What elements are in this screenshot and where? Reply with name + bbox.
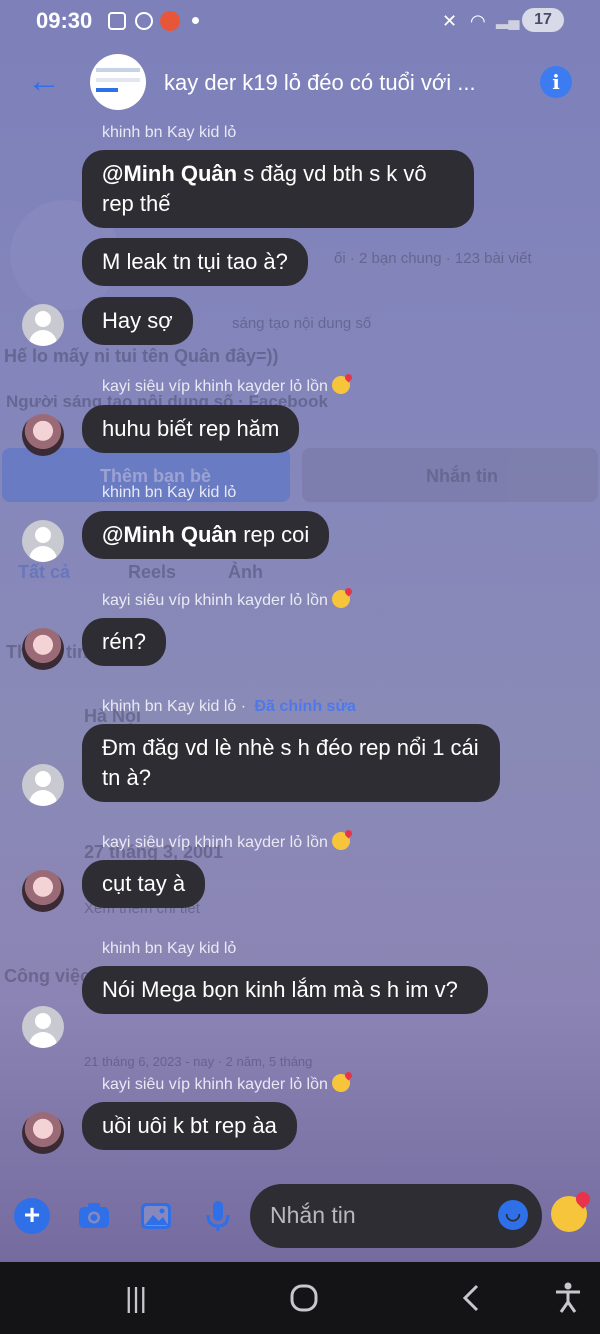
sender-name: khinh bn Kay kid lỏ: [102, 124, 237, 141]
group-avatar[interactable]: [90, 54, 146, 110]
screenshot-icon: [108, 12, 126, 30]
sender-name: kayi siêu víp khinh kayder lỏ lồn: [102, 832, 351, 852]
chat-header: ← kay der k19 lỏ đéo có tuổi với ... i: [0, 44, 600, 122]
recorder-icon: [160, 11, 180, 31]
mute-icon: ✕: [442, 11, 458, 31]
avatar[interactable]: [22, 628, 64, 670]
composer-bar: + Nhắn tin: [0, 1180, 600, 1254]
background-message-label: Nhắn tin: [426, 466, 498, 486]
sender-name: khinh bn Kay kid lỏ · Đã chỉnh sửa: [102, 698, 356, 715]
background-tab-all: Tất cả: [18, 562, 71, 582]
message-bubble[interactable]: @Minh Quân rep coi: [82, 511, 330, 559]
kiss-emoji-icon: [332, 590, 351, 608]
message-bubble[interactable]: rén?: [82, 618, 167, 666]
avatar[interactable]: [22, 414, 64, 456]
message-text: huhu biết rep hăm: [102, 416, 280, 441]
message-input-placeholder: Nhắn tin: [270, 1202, 356, 1228]
background-work: Công việc: [4, 966, 91, 986]
kiss-emoji-icon: [332, 1074, 351, 1092]
message-text: Hay sợ: [102, 308, 173, 333]
avatar[interactable]: [22, 870, 64, 912]
avatar[interactable]: [22, 520, 64, 562]
message-text: rén?: [102, 629, 147, 654]
chat-title[interactable]: kay der k19 lỏ đéo có tuổi với ...: [164, 70, 524, 96]
message-text: M leak tn tụi tao à?: [102, 249, 288, 274]
avatar[interactable]: [22, 304, 64, 346]
background-work-dates: 21 tháng 6, 2023 - nay · 2 năm, 5 tháng: [84, 1054, 313, 1069]
message-bubble[interactable]: M leak tn tụi tao à?: [82, 238, 308, 286]
signal-icon: ▂▄: [496, 12, 520, 29]
kiss-emoji-icon: [332, 376, 351, 394]
notification-dot-icon: [192, 17, 199, 24]
battery-indicator: 17: [522, 8, 564, 32]
message-bubble[interactable]: uồi uôi k bt rep àa: [82, 1102, 297, 1150]
message-bubble[interactable]: Nói Mega bọn kinh lắm mà s h im v?: [82, 966, 488, 1014]
edited-label[interactable]: Đã chỉnh sửa: [255, 698, 356, 715]
messenger-icon: [135, 12, 153, 30]
camera-icon[interactable]: [76, 1198, 112, 1234]
message-bubble[interactable]: huhu biết rep hăm: [82, 405, 300, 453]
background-stats: ối · 2 bạn chung · 123 bài viết: [334, 250, 532, 267]
background-tab-photos: Ảnh: [228, 562, 263, 582]
message-bubble[interactable]: @Minh Quân s đăg vd bth s k vô rep thế: [82, 150, 474, 228]
sender-name: khinh bn Kay kid lỏ: [102, 484, 237, 501]
sender-name: kayi siêu víp khinh kayder lỏ lồn: [102, 376, 351, 396]
emoji-icon[interactable]: [498, 1200, 528, 1230]
message-text: uồi uôi k bt rep àa: [102, 1113, 277, 1138]
home-icon[interactable]: [284, 1280, 324, 1316]
kiss-emoji-icon: [332, 832, 351, 850]
avatar[interactable]: [22, 764, 64, 806]
message-bubble[interactable]: Hay sợ: [82, 297, 193, 345]
microphone-icon[interactable]: [200, 1198, 236, 1234]
system-nav-bar: |||: [0, 1262, 600, 1334]
message-text: Đm đăg vd lè nhè s h đéo rep nổi 1 cái t…: [102, 735, 479, 790]
info-icon[interactable]: i: [540, 66, 572, 98]
message-input[interactable]: Nhắn tin: [250, 1184, 542, 1248]
recent-apps-icon[interactable]: |||: [116, 1280, 156, 1316]
mention[interactable]: @Minh Quân: [102, 522, 237, 547]
reaction-emoji-icon[interactable]: [551, 1196, 587, 1232]
sender-name: kayi siêu víp khinh kayder lỏ lồn: [102, 1074, 351, 1094]
mention[interactable]: @Minh Quân: [102, 161, 237, 186]
background-tab-reels: Reels: [128, 562, 177, 582]
message-text: cụt tay à: [102, 871, 186, 896]
avatar[interactable]: [22, 1006, 64, 1048]
message-text: rep coi: [237, 522, 310, 547]
plus-icon[interactable]: +: [14, 1198, 50, 1234]
back-icon[interactable]: [452, 1280, 492, 1316]
sender-name: kayi siêu víp khinh kayder lỏ lồn: [102, 590, 351, 610]
message-bubble[interactable]: cụt tay à: [82, 860, 206, 908]
avatar[interactable]: [22, 1112, 64, 1154]
accessibility-icon[interactable]: [548, 1280, 588, 1316]
wifi-icon: ◠: [470, 11, 486, 31]
status-bar: 09:30 ✕ ◠ ▂▄ 17: [0, 0, 600, 44]
image-icon[interactable]: [138, 1198, 174, 1234]
background-bio: Hế lo mấy ni tui tên Quân đây=)): [4, 346, 279, 366]
status-time: 09:30: [36, 8, 93, 33]
battery-level: 17: [534, 11, 552, 28]
message-bubble[interactable]: Đm đăg vd lè nhè s h đéo rep nổi 1 cái t…: [82, 724, 500, 802]
message-text: Nói Mega bọn kinh lắm mà s h im v?: [102, 977, 458, 1002]
sender-name: khinh bn Kay kid lỏ: [102, 940, 237, 957]
arrow-left-icon[interactable]: ←: [24, 62, 64, 102]
background-creator-line: sáng tạo nội dung số: [232, 315, 372, 332]
